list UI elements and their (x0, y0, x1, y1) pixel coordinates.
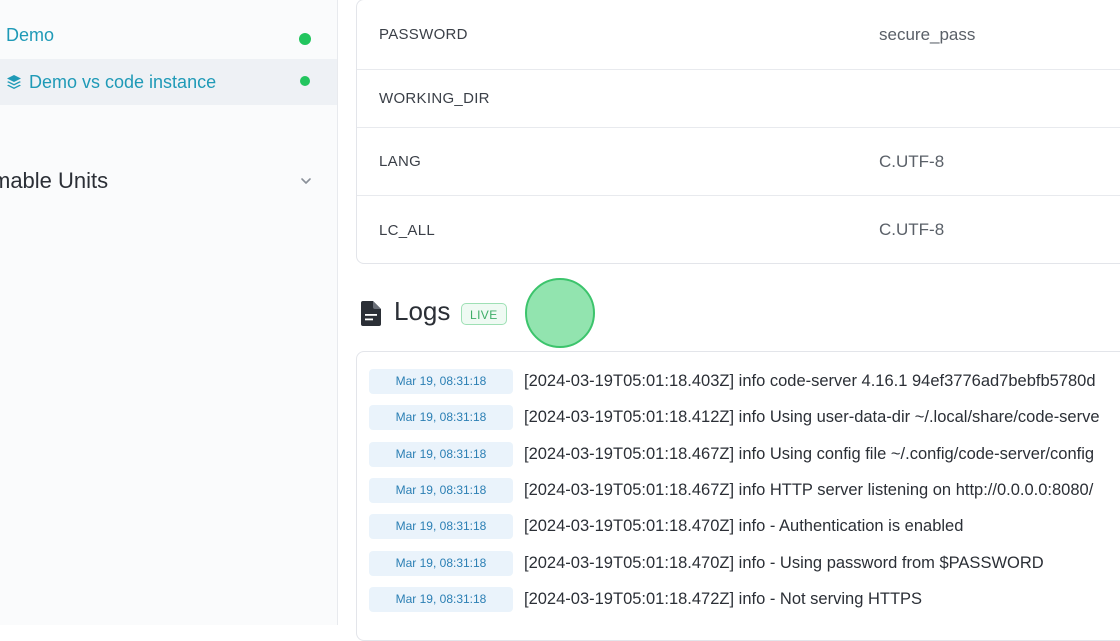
status-dot (299, 33, 311, 45)
sidebar-item-demo-vs-code-instance[interactable]: Demo vs code instance (0, 59, 337, 105)
log-timestamp: Mar 19, 08:31:18 (369, 442, 513, 467)
log-entry: Mar 19, 08:31:18 [2024-03-19T05:01:18.47… (357, 551, 1120, 577)
log-entry: Mar 19, 08:31:18 [2024-03-19T05:01:18.47… (357, 514, 1120, 540)
log-message: [2024-03-19T05:01:18.403Z] info code-ser… (524, 372, 1096, 390)
click-indicator (525, 278, 595, 348)
table-row: LANG C.UTF-8 (357, 128, 1120, 196)
logs-panel[interactable]: Mar 19, 08:31:18 [2024-03-19T05:01:18.40… (356, 351, 1120, 641)
log-entry: Mar 19, 08:31:18 [2024-03-19T05:01:18.40… (357, 369, 1120, 395)
log-timestamp: Mar 19, 08:31:18 (369, 478, 513, 503)
log-timestamp: Mar 19, 08:31:18 (369, 405, 513, 430)
log-entry: Mar 19, 08:31:18 [2024-03-19T05:01:18.46… (357, 442, 1120, 468)
log-entry: Mar 19, 08:31:18 [2024-03-19T05:01:18.41… (357, 405, 1120, 431)
table-row: LC_ALL C.UTF-8 (357, 196, 1120, 264)
log-message: [2024-03-19T05:01:18.472Z] info - Not se… (524, 590, 923, 608)
sidebar-item-demo[interactable]: Demo (0, 12, 337, 58)
sidebar-section-header[interactable]: mable Units (0, 166, 329, 196)
log-timestamp: Mar 19, 08:31:18 (369, 369, 513, 394)
log-timestamp: Mar 19, 08:31:18 (369, 514, 513, 539)
env-key: LANG (379, 153, 422, 170)
log-timestamp: Mar 19, 08:31:18 (369, 551, 513, 576)
log-entry: Mar 19, 08:31:18 [2024-03-19T05:01:18.47… (357, 587, 1120, 613)
logs-title: Logs (394, 296, 451, 326)
env-key: PASSWORD (379, 26, 468, 43)
chevron-down-icon[interactable] (299, 174, 313, 188)
log-message: [2024-03-19T05:01:18.470Z] info - Authen… (524, 517, 964, 535)
document-icon (361, 301, 381, 326)
log-message: [2024-03-19T05:01:18.412Z] info Using us… (524, 408, 1100, 426)
env-value: secure_pass (879, 24, 976, 44)
log-timestamp: Mar 19, 08:31:18 (369, 587, 513, 612)
env-key: LC_ALL (379, 221, 436, 239)
sidebar: Demo Demo vs code instance mable Units (0, 0, 338, 625)
sidebar-item-label: Demo (6, 24, 55, 45)
table-row: PASSWORD secure_pass (357, 0, 1120, 70)
log-entry: Mar 19, 08:31:18 [2024-03-19T05:01:18.46… (357, 478, 1120, 504)
stack-icon (7, 75, 21, 89)
env-key: WORKING_DIR (379, 90, 490, 107)
log-message: [2024-03-19T05:01:18.470Z] info - Using … (524, 554, 1044, 572)
table-row: WORKING_DIR (357, 70, 1120, 128)
env-value: C.UTF-8 (879, 220, 945, 239)
sidebar-section-label: mable Units (0, 168, 109, 193)
log-message: [2024-03-19T05:01:18.467Z] info Using co… (524, 445, 1095, 463)
env-variables-table: PASSWORD secure_pass WORKING_DIR LANG C.… (356, 0, 1120, 264)
live-badge: LIVE (461, 303, 507, 325)
log-message: [2024-03-19T05:01:18.467Z] info HTTP ser… (524, 481, 1094, 499)
sidebar-item-label: Demo vs code instance (29, 71, 217, 92)
env-value: C.UTF-8 (879, 151, 945, 171)
status-dot (300, 76, 310, 86)
